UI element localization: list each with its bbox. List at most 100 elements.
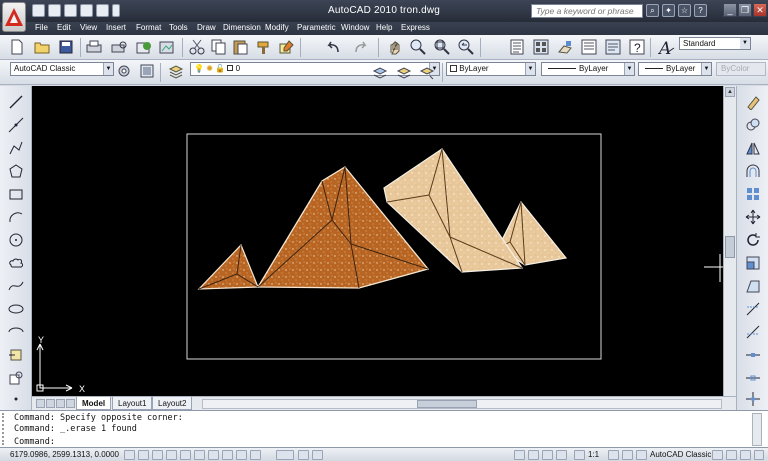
showmotion-icon[interactable] [556,450,567,460]
menu-file[interactable]: File [35,23,48,32]
polyline-icon[interactable] [6,138,26,158]
menu-window[interactable]: Window [341,23,369,32]
color-select[interactable]: ByLayer ▼ [446,62,536,76]
grid-toggle[interactable] [138,450,149,460]
new-button[interactable] [8,38,26,56]
customize-icon[interactable] [138,62,156,80]
subscription-icon[interactable]: ✦ [662,4,675,17]
spline-icon[interactable] [6,276,26,296]
mirror-icon[interactable] [743,138,763,158]
lineweight-select[interactable]: ByLayer ▼ [638,62,712,76]
horizontal-scroll-thumb[interactable] [417,400,477,408]
lock-ui-icon[interactable] [712,450,723,460]
array-icon[interactable] [743,184,763,204]
menu-insert[interactable]: Insert [106,23,126,32]
tool-palettes-icon[interactable] [556,38,574,56]
prev-tab-icon[interactable] [46,399,55,408]
rotate-icon[interactable] [743,230,763,250]
workspace-select[interactable]: AutoCAD Classic ▼ [10,62,114,76]
quick-view-layouts-icon[interactable] [298,450,309,460]
pan-status-icon[interactable] [514,450,525,460]
close-button[interactable]: ✕ [753,3,767,17]
menu-help[interactable]: Help [376,23,392,32]
make-block-icon[interactable] [6,368,26,388]
offset-icon[interactable] [743,161,763,181]
plot-button[interactable] [85,38,103,56]
ducs-toggle[interactable] [208,450,219,460]
model-paper-toggle[interactable] [276,450,294,460]
command-window-grip[interactable] [2,413,8,445]
annotation-scale-value[interactable]: 1:1 [588,450,599,459]
restore-button[interactable]: ❐ [738,3,752,17]
save-button[interactable] [57,38,75,56]
rectangle-icon[interactable] [6,184,26,204]
text-style-icon[interactable]: A [657,37,677,57]
properties-icon[interactable] [508,38,526,56]
open-button[interactable] [33,38,51,56]
help-icon[interactable]: ? [694,4,707,17]
menu-modify[interactable]: Modify [265,23,289,32]
pan-icon[interactable] [386,38,404,56]
quick-view-drawings-icon[interactable] [312,450,323,460]
menu-parametric[interactable]: Parametric [297,23,336,32]
design-center-icon[interactable] [532,38,550,56]
paste-icon[interactable] [232,38,250,56]
layer-previous-icon[interactable] [395,63,413,81]
last-tab-icon[interactable] [66,399,75,408]
workspace-status-label[interactable]: AutoCAD Classic [650,450,711,459]
make-current-layer-icon[interactable] [371,63,389,81]
search-icon[interactable]: ⌕ [646,4,659,17]
snap-toggle[interactable] [124,450,135,460]
trim-icon[interactable] [743,299,763,319]
menu-edit[interactable]: Edit [57,23,71,32]
search-input[interactable]: Type a keyword or phrase [531,4,643,18]
horizontal-scrollbar[interactable] [202,399,722,409]
command-prompt[interactable]: Command: [14,437,55,447]
lineweight-toggle[interactable] [236,450,247,460]
text-style-select[interactable]: Standard ▼ [679,37,751,50]
menu-view[interactable]: View [80,23,97,32]
workspace-settings-icon[interactable] [115,62,133,80]
osnap-toggle[interactable] [180,450,191,460]
scale-icon[interactable] [743,253,763,273]
copy-object-icon[interactable] [743,115,763,135]
zoom-window-icon[interactable] [433,38,451,56]
cut-icon[interactable] [188,38,206,56]
copy-icon[interactable] [210,38,228,56]
isolate-objects-icon[interactable] [740,450,751,460]
minimize-button[interactable]: _ [723,3,737,17]
plot-preview-button[interactable] [110,38,128,56]
arc-icon[interactable] [6,207,26,227]
ortho-toggle[interactable] [152,450,163,460]
circle-icon[interactable] [6,230,26,250]
help-button[interactable]: ? [628,38,646,56]
menu-tools[interactable]: Tools [169,23,188,32]
next-tab-icon[interactable] [56,399,65,408]
zoom-status-icon[interactable] [528,450,539,460]
construction-line-icon[interactable] [6,115,26,135]
ellipse-icon[interactable] [6,299,26,319]
clean-screen-icon[interactable] [754,450,764,460]
redo-button[interactable] [352,38,370,56]
join-icon[interactable] [743,368,763,388]
break-icon[interactable] [743,345,763,365]
scroll-up-icon[interactable]: ▲ [725,87,735,97]
menu-format[interactable]: Format [136,23,161,32]
menu-draw[interactable]: Draw [197,23,216,32]
linetype-select[interactable]: ByLayer ▼ [541,62,635,76]
quick-properties-toggle[interactable] [250,450,261,460]
application-menu-button[interactable] [2,2,26,32]
markup-set-icon[interactable] [604,38,622,56]
vertical-scroll-thumb[interactable] [725,236,735,258]
layer-walk-icon[interactable] [418,63,436,81]
insert-block-icon[interactable] [6,345,26,365]
menu-express[interactable]: Express [401,23,430,32]
layer-properties-icon[interactable] [167,62,185,80]
annotation-visibility-icon[interactable] [608,450,619,460]
dyn-toggle[interactable] [222,450,233,460]
command-scrollbar[interactable] [752,413,762,446]
tab-model[interactable]: Model [76,397,112,410]
zoom-previous-icon[interactable] [457,38,475,56]
tab-layout1[interactable]: Layout1 [112,397,153,410]
publish-button[interactable] [135,38,153,56]
